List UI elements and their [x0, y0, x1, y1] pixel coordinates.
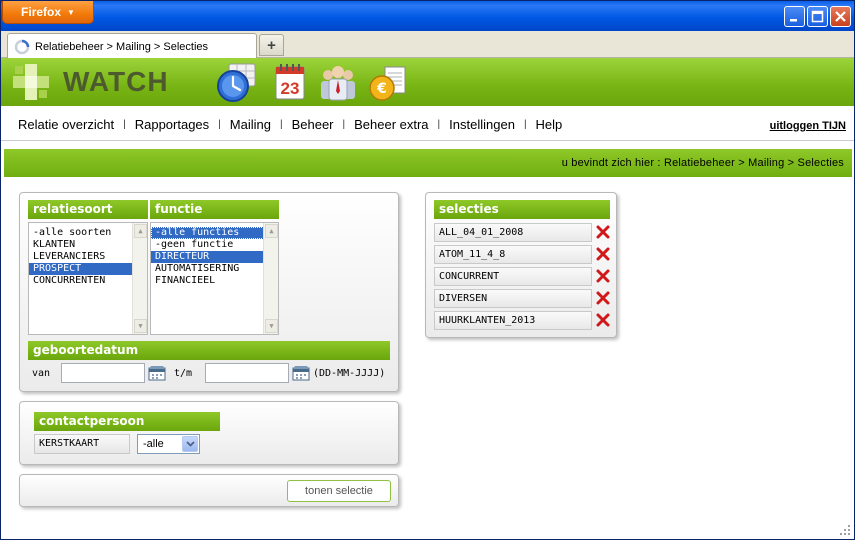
relatiesoort-header: relatiesoort [28, 200, 148, 219]
scroll-down-icon[interactable]: ▼ [134, 319, 147, 333]
tab-title: Relatiebeheer > Mailing > Selecties [35, 40, 209, 53]
finance-icon[interactable]: € [367, 61, 409, 103]
calendar-icon[interactable]: 23 [269, 61, 311, 103]
nav-separator: | [342, 119, 346, 130]
nav-separator: | [123, 119, 126, 130]
minimize-icon [790, 19, 797, 22]
resize-grip-icon[interactable] [839, 524, 851, 536]
selecties-header: selecties [434, 200, 610, 219]
date-from-input[interactable] [61, 363, 145, 383]
action-panel: tonen selectie [19, 474, 399, 507]
delete-icon[interactable] [595, 246, 611, 262]
breadcrumb-bar: u bevindt zich hier : Relatiebeheer > Ma… [4, 149, 852, 177]
date-to-input[interactable] [205, 363, 289, 383]
svg-text:€: € [376, 81, 387, 97]
firefox-menu-button[interactable]: Firefox ▼ [2, 1, 94, 24]
delete-icon[interactable] [595, 290, 611, 306]
geboortedatum-header: geboortedatum [28, 341, 390, 360]
kenmerken-panel: contactpersoon kenmerken KERSTKAART -all… [19, 401, 399, 465]
nav-rapportages[interactable]: Rapportages [135, 117, 209, 132]
app-header: WATCH 23 € [1, 58, 854, 106]
scroll-down-icon[interactable]: ▼ [265, 319, 278, 333]
loading-icon [14, 39, 30, 54]
delete-icon[interactable] [595, 268, 611, 284]
relatiesoort-option-selected[interactable]: PROSPECT [29, 263, 147, 275]
delete-icon[interactable] [595, 312, 611, 328]
relatiesoort-option[interactable]: KLANTEN [29, 239, 147, 251]
contacts-icon[interactable] [317, 61, 359, 103]
watch-logo-icon [13, 64, 49, 100]
close-window-button[interactable] [830, 6, 851, 27]
functie-option[interactable]: FINANCIEEL [151, 275, 278, 287]
functie-option[interactable]: -geen functie [151, 239, 278, 251]
nav-separator: | [437, 119, 441, 130]
chevron-down-icon [185, 441, 195, 447]
selecties-panel: selecties ALL_04_01_2008 ATOM_11_4_8 CON… [425, 192, 617, 338]
selectie-item[interactable]: DIVERSEN [434, 289, 592, 308]
functie-header: functie [150, 200, 279, 219]
firefox-menu-label: Firefox [21, 5, 62, 19]
selectie-item[interactable]: ALL_04_01_2008 [434, 223, 592, 242]
dropdown-button[interactable] [182, 436, 198, 452]
show-selection-button[interactable]: tonen selectie [287, 480, 391, 502]
nav-instellingen[interactable]: Instellingen [449, 117, 515, 132]
browser-window: Firefox ▼ Relatiebeheer > Mailing > Sele… [0, 0, 855, 540]
tab-strip: Relatiebeheer > Mailing > Selecties + [1, 31, 854, 59]
nav-separator: | [523, 119, 527, 130]
functie-option[interactable]: AUTOMATISERING [151, 263, 278, 275]
date-to-label: t/m [174, 368, 193, 379]
nav-separator: | [218, 119, 221, 130]
functie-scrollbar[interactable]: ▲ ▼ [263, 223, 278, 334]
kenmerk-select-value: -alle [143, 438, 164, 450]
breadcrumb: u bevindt zich hier : Relatiebeheer > Ma… [561, 157, 844, 169]
minimize-button[interactable] [784, 6, 805, 27]
date-from-label: van [32, 368, 51, 379]
relatiesoort-option[interactable]: LEVERANCIERS [29, 251, 147, 263]
nav-relatie-overzicht[interactable]: Relatie overzicht [18, 117, 114, 132]
kenmerken-header: contactpersoon kenmerken [34, 412, 220, 447]
relatiesoort-option[interactable]: CONCURRENTEN [29, 275, 147, 287]
kenmerk-select[interactable]: -alle [137, 434, 200, 454]
maximize-button[interactable] [807, 6, 828, 27]
selectie-item[interactable]: CONCURRENT [434, 267, 592, 286]
functie-option-selected[interactable]: DIRECTEUR [151, 251, 278, 263]
selectie-item[interactable]: HUURKLANTEN_2013 [434, 311, 592, 330]
main-nav: Relatie overzicht | Rapportages | Mailin… [1, 106, 854, 141]
calendar-picker-icon[interactable] [148, 365, 166, 381]
new-tab-button[interactable]: + [259, 34, 284, 56]
calendar-day: 23 [281, 79, 300, 98]
relatiesoort-group: relatiesoort [28, 200, 148, 219]
relatiesoort-scrollbar[interactable]: ▲ ▼ [132, 223, 147, 334]
logo-text: WATCH [63, 66, 169, 97]
maximize-icon [811, 10, 824, 23]
plus-icon: + [267, 36, 276, 54]
nav-help[interactable]: Help [536, 117, 563, 132]
filter-panel: relatiesoort -alle soorten KLANTEN LEVER… [19, 192, 399, 392]
clock-icon[interactable] [215, 61, 257, 103]
nav-beheer-extra[interactable]: Beheer extra [354, 117, 428, 132]
close-icon [835, 11, 846, 22]
kenmerken-group: contactpersoon kenmerken [34, 412, 220, 447]
functie-option-selected[interactable]: -alle functies [151, 227, 278, 239]
functie-group: functie [150, 200, 279, 219]
nav-separator: | [279, 119, 283, 130]
logout-link[interactable]: uitloggen TIJN [770, 120, 846, 132]
chevron-down-icon: ▼ [67, 7, 75, 17]
nav-beheer[interactable]: Beheer [292, 117, 334, 132]
browser-tab[interactable]: Relatiebeheer > Mailing > Selecties [7, 33, 257, 59]
calendar-picker-icon[interactable] [292, 365, 310, 381]
date-format-hint: (DD-MM-JJJJ) [313, 368, 386, 379]
geboortedatum-group: geboortedatum [28, 341, 390, 360]
delete-icon[interactable] [595, 224, 611, 240]
kenmerk-label: KERSTKAART [34, 434, 130, 454]
title-bar: Firefox ▼ [1, 1, 854, 31]
scroll-up-icon[interactable]: ▲ [134, 224, 147, 238]
nav-mailing[interactable]: Mailing [230, 117, 271, 132]
scroll-up-icon[interactable]: ▲ [265, 224, 278, 238]
selectie-item[interactable]: ATOM_11_4_8 [434, 245, 592, 264]
functie-listbox[interactable]: -alle functies -geen functie DIRECTEUR A… [150, 222, 279, 335]
selecties-group: selecties [434, 200, 610, 219]
relatiesoort-listbox[interactable]: -alle soorten KLANTEN LEVERANCIERS PROSP… [28, 222, 148, 335]
relatiesoort-option[interactable]: -alle soorten [29, 227, 147, 239]
